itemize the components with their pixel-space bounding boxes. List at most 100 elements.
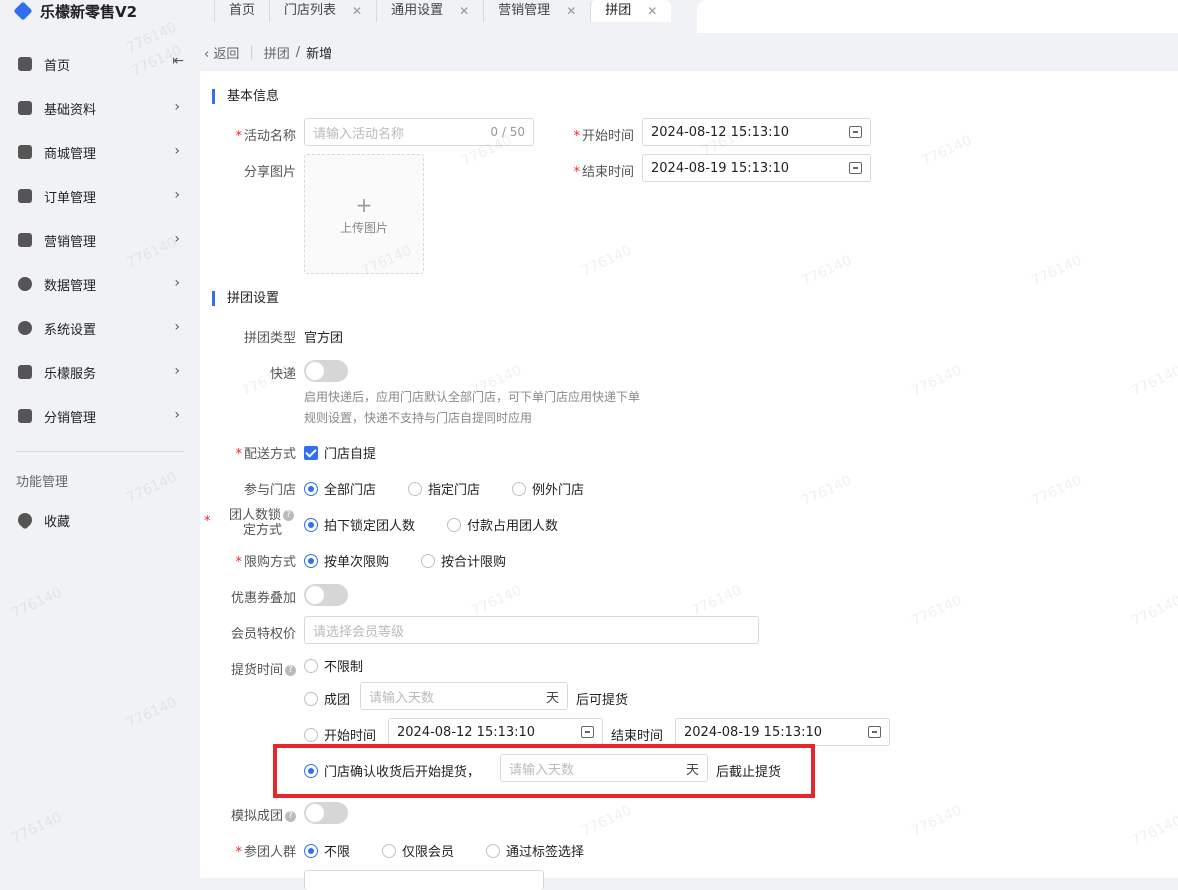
watermark: 776140 — [579, 802, 635, 840]
watermark: 776140 — [689, 582, 745, 620]
sidebar-item-distribution[interactable]: 分销管理 › — [0, 401, 200, 431]
radio-icon — [447, 517, 462, 532]
coupon-toggle[interactable] — [304, 584, 348, 606]
option-label: 开始时间 — [324, 729, 377, 744]
watermark: 776140 — [919, 132, 975, 170]
activity-name-input[interactable]: 请输入活动名称 0 / 50 — [304, 118, 534, 146]
label-text: 模拟成团 — [230, 809, 283, 824]
sidebar-item-services[interactable]: 乐檬服务 › — [0, 357, 200, 387]
pickup-option-group[interactable]: 成团 — [304, 689, 350, 708]
tab-group-buy[interactable]: 拼团 ✕ — [590, 0, 672, 22]
crowd-extra-input[interactable] — [304, 870, 544, 890]
close-icon[interactable]: ✕ — [352, 1, 362, 21]
app-logo: 乐檬新零售V2 — [13, 0, 138, 22]
help-icon[interactable]: ? — [285, 665, 296, 676]
back-button[interactable]: ‹ 返回 — [204, 43, 239, 62]
sidebar-item-home[interactable]: 首页 ⇤ — [0, 49, 200, 79]
plus-icon: + — [355, 192, 373, 217]
label-text: 配送方式 — [243, 447, 296, 462]
group-type-label: 拼团类型 — [243, 331, 296, 346]
sidebar-item-data[interactable]: 数据管理 › — [0, 269, 200, 299]
member-level-select[interactable]: 请选择会员等级 — [304, 616, 759, 644]
watermark: 776140 — [909, 592, 965, 630]
help-icon[interactable]: ? — [283, 510, 294, 521]
marketing-icon — [18, 233, 32, 247]
watermark: 776140 — [579, 242, 635, 280]
tab-general-settings[interactable]: 通用设置 ✕ — [376, 0, 483, 22]
start-time-input[interactable]: 2024-08-12 15:13:10 — [642, 118, 871, 146]
close-icon[interactable]: ✕ — [566, 1, 576, 21]
tab-label: 营销管理 — [498, 3, 551, 18]
sidebar-item-orders[interactable]: 订单管理 › — [0, 181, 200, 211]
group-type-value: 官方团 — [304, 331, 344, 346]
crowd-option-tag[interactable]: 通过标签选择 — [486, 841, 584, 860]
sidebar-item-marketing[interactable]: 营销管理 › — [0, 225, 200, 255]
chevron-right-icon: › — [174, 275, 180, 291]
breadcrumb-divider: | — [249, 44, 254, 60]
pickup-option-unlimited[interactable]: 不限制 — [304, 656, 363, 675]
sidebar-item-mall[interactable]: 商城管理 › — [0, 137, 200, 167]
radio-icon — [408, 481, 423, 496]
store-option-exception[interactable]: 例外门店 — [512, 479, 584, 498]
required-mark: * — [235, 845, 242, 860]
required-mark: * — [235, 129, 242, 144]
upload-image-button[interactable]: + 上传图片 — [304, 154, 424, 274]
limit-options: 按单次限购 按合计限购 — [304, 551, 538, 570]
chevron-right-icon: › — [174, 319, 180, 335]
lock-option-payment[interactable]: 付款占用团人数 — [447, 515, 558, 534]
option-label: 按单次限购 — [324, 555, 390, 570]
sidebar-item-system[interactable]: 系统设置 › — [0, 313, 200, 343]
tab-home[interactable]: 首页 — [214, 0, 269, 22]
pickup-start-input[interactable]: 2024-08-12 15:13:10 — [388, 718, 603, 746]
lock-option-order[interactable]: 拍下锁定团人数 — [304, 515, 415, 534]
sidebar-item-basic-data[interactable]: 基础资料 › — [0, 93, 200, 123]
close-icon[interactable]: ✕ — [647, 1, 657, 21]
limit-option-single[interactable]: 按单次限购 — [304, 551, 389, 570]
calendar-icon — [868, 726, 881, 738]
watermark: 776140 — [1129, 812, 1178, 850]
end-time-input[interactable]: 2024-08-19 15:13:10 — [642, 154, 871, 182]
start-time-value: 2024-08-12 15:13:10 — [651, 124, 790, 140]
days-unit: 天 — [545, 690, 559, 706]
pickup-end-input[interactable]: 2024-08-19 15:13:10 — [675, 718, 890, 746]
sidebar: 首页 ⇤ 基础资料 › 商城管理 › 订单管理 › 营销管理 › 数据管理 › … — [0, 33, 200, 878]
collapse-sidebar-icon[interactable]: ⇤ — [172, 53, 184, 69]
share-image-label: 分享图片 — [243, 165, 296, 180]
breadcrumb-current: 新增 — [306, 46, 333, 62]
store-pickup-checkbox[interactable]: 门店自提 — [304, 443, 376, 462]
close-icon[interactable]: ✕ — [459, 1, 469, 21]
crowd-option-all[interactable]: 不限 — [304, 841, 350, 860]
tab-marketing[interactable]: 营销管理 ✕ — [483, 0, 590, 22]
radio-icon — [382, 843, 397, 858]
sidebar-item-label: 收藏 — [44, 514, 71, 530]
activity-name-label: * 活动名称 — [200, 125, 296, 144]
express-toggle[interactable] — [304, 360, 348, 382]
radio-icon — [304, 481, 318, 496]
limit-option-total[interactable]: 按合计限购 — [421, 551, 506, 570]
sidebar-item-favorites[interactable]: 收藏 — [0, 505, 200, 535]
simulate-toggle[interactable] — [304, 802, 348, 824]
coupon-label: 优惠券叠加 — [230, 591, 296, 606]
calendar-icon — [849, 162, 862, 174]
sidebar-item-label: 数据管理 — [44, 278, 97, 294]
store-option-specified[interactable]: 指定门店 — [408, 479, 480, 498]
end-time-value: 2024-08-19 15:13:10 — [651, 160, 790, 176]
pickup-start-value: 2024-08-12 15:13:10 — [397, 724, 536, 740]
crowd-option-member[interactable]: 仅限会员 — [382, 841, 454, 860]
sidebar-item-label: 基础资料 — [44, 102, 97, 118]
delivery-label: * 配送方式 — [200, 443, 296, 462]
breadcrumb-parent[interactable]: 拼团 — [264, 43, 290, 62]
store-options: 全部门店 指定门店 例外门店 — [304, 479, 616, 498]
app-title: 乐檬新零售V2 — [40, 2, 138, 21]
label-text: 团人数锁? — [200, 508, 294, 523]
watermark: 776140 — [799, 472, 855, 510]
pickup-days-input[interactable]: 请输入天数 天 — [360, 682, 568, 710]
pickup-option-time[interactable]: 开始时间 — [304, 725, 376, 744]
tab-store-list[interactable]: 门店列表 ✕ — [269, 0, 376, 22]
help-icon[interactable]: ? — [285, 811, 296, 822]
chevron-right-icon: › — [174, 99, 180, 115]
shop-icon — [18, 145, 32, 159]
label-text: 提货时间 — [230, 663, 283, 678]
store-option-all[interactable]: 全部门店 — [304, 479, 376, 498]
activity-name-counter: 0 / 50 — [490, 125, 525, 139]
